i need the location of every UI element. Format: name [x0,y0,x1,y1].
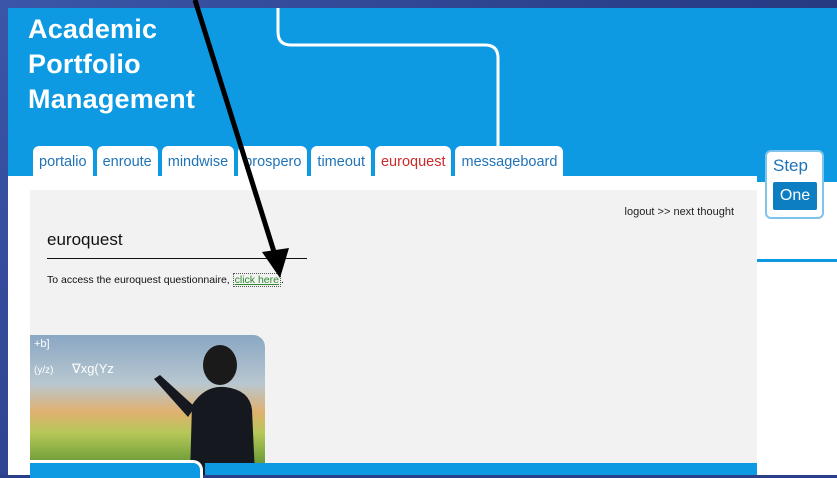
arrow-shaft [192,0,278,256]
arrow-head [262,248,289,278]
annotation-arrow [192,0,289,278]
